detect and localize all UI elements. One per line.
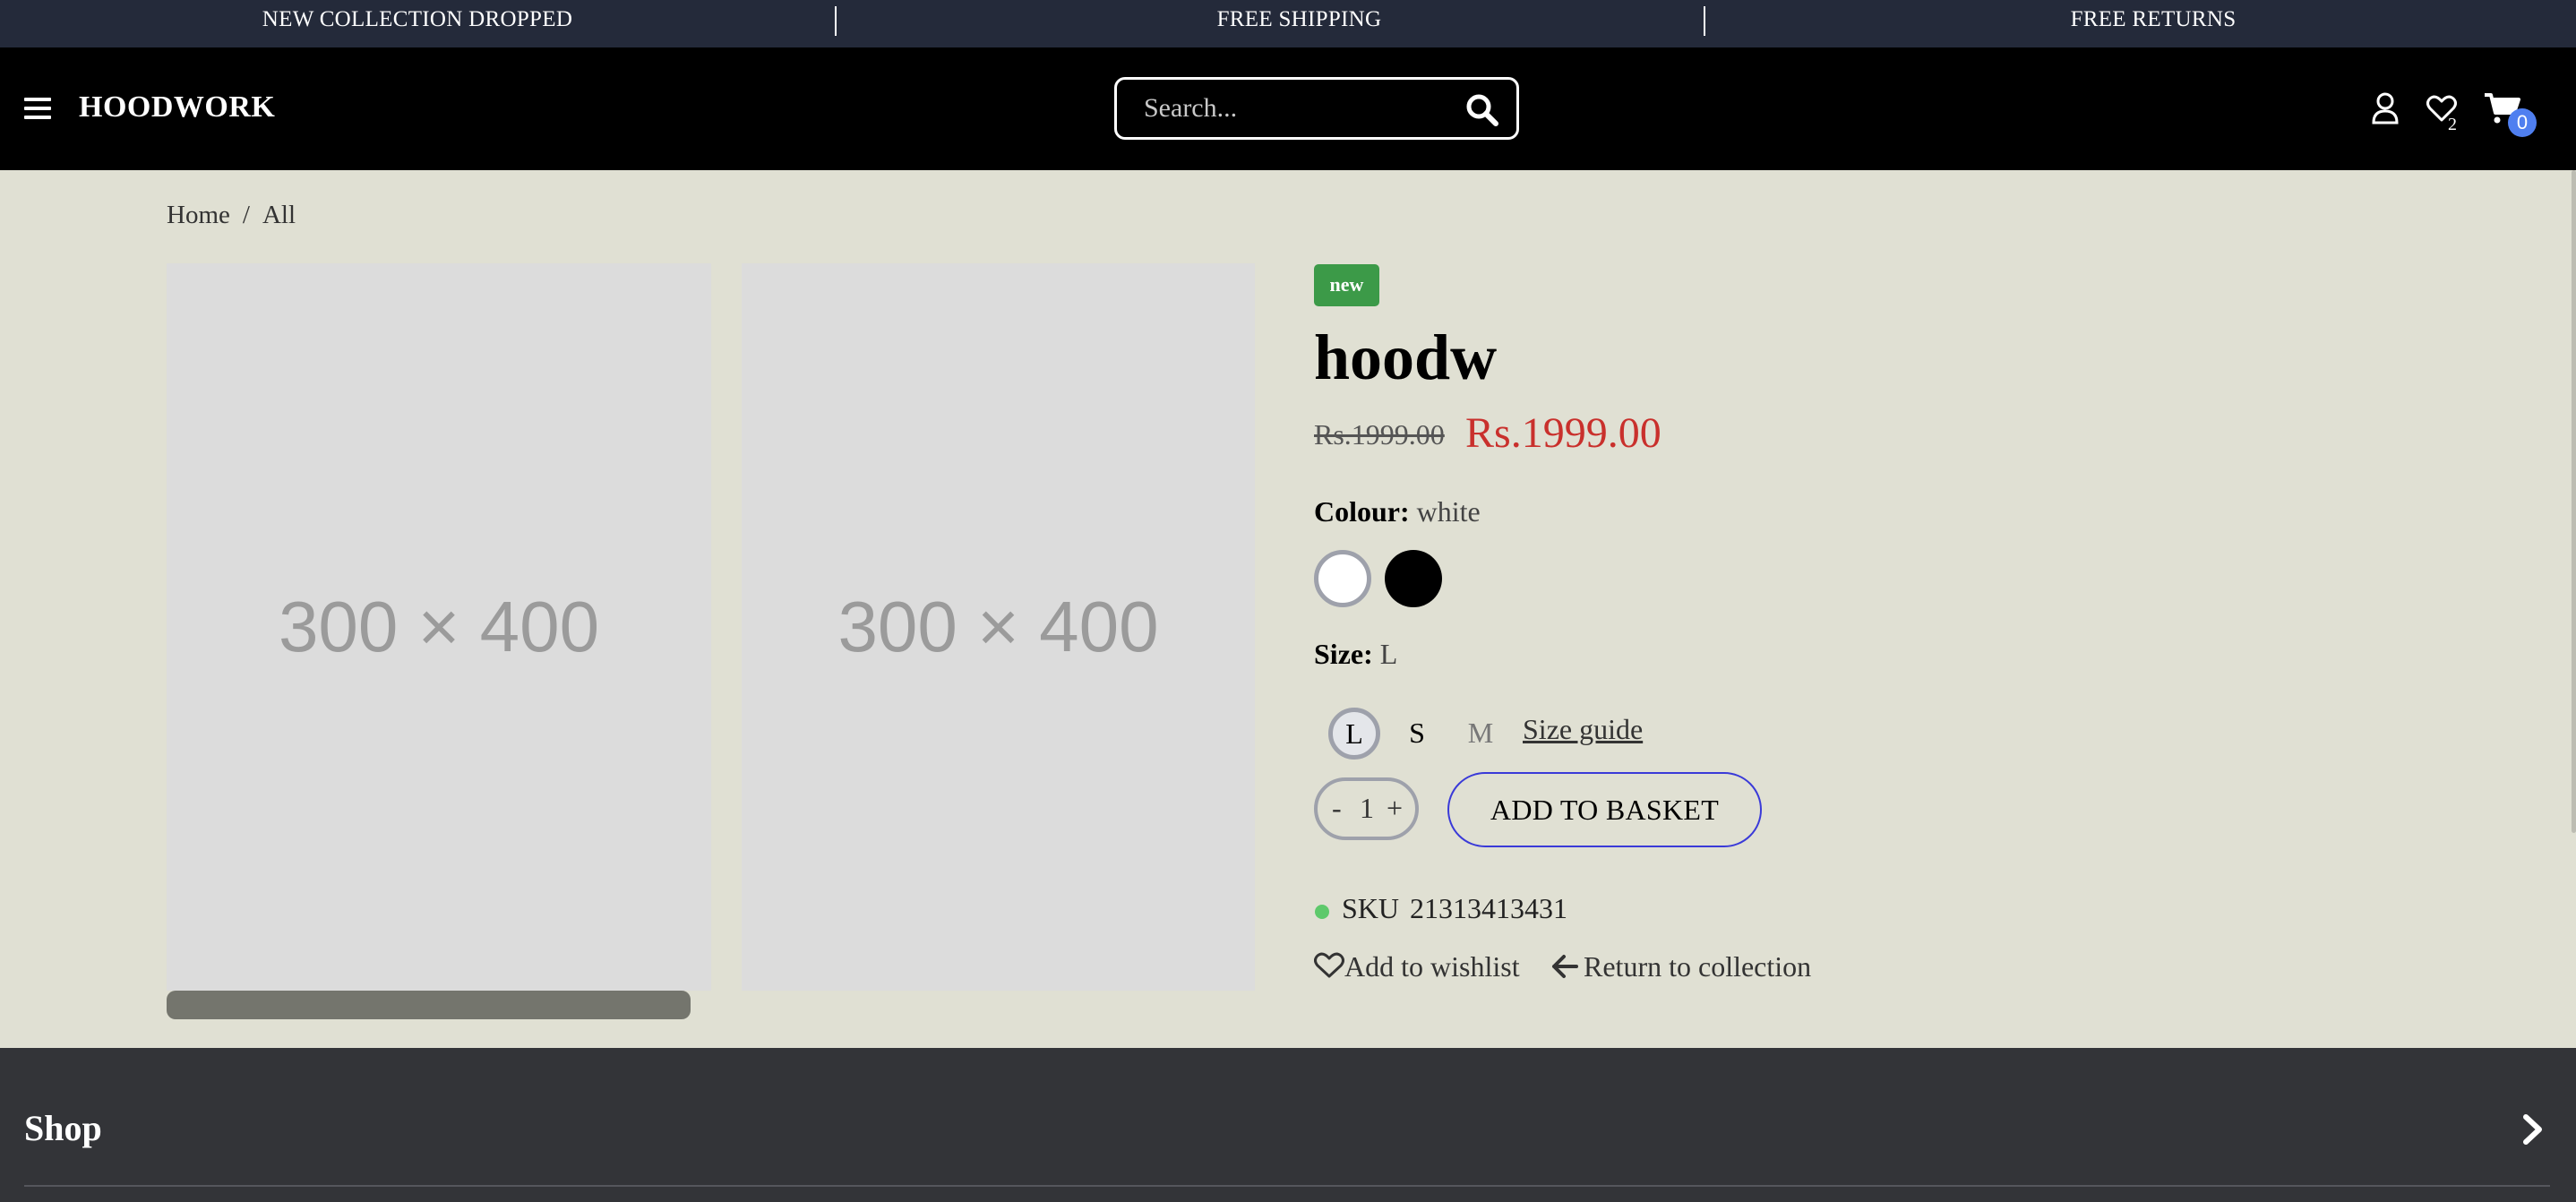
search-icon[interactable] xyxy=(1464,92,1500,128)
site-logo[interactable]: HOODWORK xyxy=(79,90,275,124)
quantity-increase-button[interactable]: + xyxy=(1387,792,1403,825)
search-input[interactable] xyxy=(1144,90,1448,126)
original-price: Rs.1999.00 xyxy=(1314,418,1445,451)
colour-swatch-black[interactable] xyxy=(1385,550,1442,607)
search-box xyxy=(1114,77,1519,140)
colour-label: Colour: xyxy=(1314,495,1410,528)
add-to-basket-button[interactable]: ADD TO BASKET xyxy=(1447,772,1762,847)
size-label: Size: xyxy=(1314,638,1373,670)
size-option-l[interactable]: L xyxy=(1328,708,1380,760)
gallery-scrollbar[interactable] xyxy=(167,991,691,1019)
sku-info: SKU 21313413431 xyxy=(1342,892,1567,925)
colour-selection-label: Colour: white xyxy=(1314,495,1481,528)
image-placeholder-label: 300 × 400 xyxy=(278,587,600,666)
size-guide-link[interactable]: Size guide xyxy=(1523,713,1643,746)
announcement-free-shipping: FREE SHIPPING xyxy=(1216,7,1382,31)
footer: Shop xyxy=(0,1048,2576,1202)
return-to-collection-link[interactable]: Return to collection xyxy=(1551,950,1811,983)
footer-shop-heading[interactable]: Shop xyxy=(24,1107,102,1149)
arrow-left-icon xyxy=(1552,955,1578,978)
chevron-right-icon[interactable] xyxy=(2521,1113,2545,1150)
breadcrumb: Home / All xyxy=(167,201,296,230)
user-icon[interactable] xyxy=(2372,92,2399,129)
return-to-collection-label: Return to collection xyxy=(1584,950,1812,983)
menu-icon[interactable] xyxy=(24,98,51,119)
product-title: hoodw xyxy=(1314,322,1498,393)
sale-price: Rs.1999.00 xyxy=(1465,409,1662,457)
quantity-value[interactable]: 1 xyxy=(1360,792,1374,825)
announcement-new-collection: NEW COLLECTION DROPPED xyxy=(262,7,573,31)
add-to-wishlist-link[interactable]: Add to wishlist xyxy=(1314,950,1520,983)
new-badge: new xyxy=(1314,264,1379,306)
size-selection-label: Size: L xyxy=(1314,638,1397,671)
sku-label: SKU xyxy=(1342,892,1400,924)
size-option-m[interactable]: M xyxy=(1455,708,1507,760)
stock-status-dot xyxy=(1315,905,1329,919)
breadcrumb-home[interactable]: Home xyxy=(167,201,230,229)
heart-outline-icon xyxy=(1314,952,1344,978)
add-to-wishlist-label: Add to wishlist xyxy=(1344,950,1520,983)
quantity-stepper: - 1 + xyxy=(1314,777,1419,840)
breadcrumb-separator: / xyxy=(242,201,250,229)
breadcrumb-current[interactable]: All xyxy=(262,201,296,229)
cart-count-badge: 0 xyxy=(2508,108,2537,137)
wishlist-count: 2 xyxy=(2448,115,2457,134)
page-scrollbar[interactable] xyxy=(2572,170,2576,833)
product-image-1[interactable]: 300 × 400 xyxy=(167,263,711,991)
product-image-2[interactable]: 300 × 400 xyxy=(742,263,1255,991)
size-option-s[interactable]: S xyxy=(1391,708,1443,760)
announcement-free-returns: FREE RETURNS xyxy=(2070,7,2237,31)
announcement-bar: NEW COLLECTION DROPPED FREE SHIPPING FRE… xyxy=(0,0,2576,47)
image-placeholder-label: 300 × 400 xyxy=(837,587,1159,666)
colour-value: white xyxy=(1416,495,1481,528)
size-value: L xyxy=(1379,638,1398,670)
colour-swatch-white[interactable] xyxy=(1314,550,1371,607)
footer-divider xyxy=(24,1185,2550,1187)
sku-value: 21313413431 xyxy=(1410,892,1568,924)
quantity-decrease-button[interactable]: - xyxy=(1332,792,1342,825)
site-header: HOODWORK 2 0 xyxy=(0,47,2576,170)
